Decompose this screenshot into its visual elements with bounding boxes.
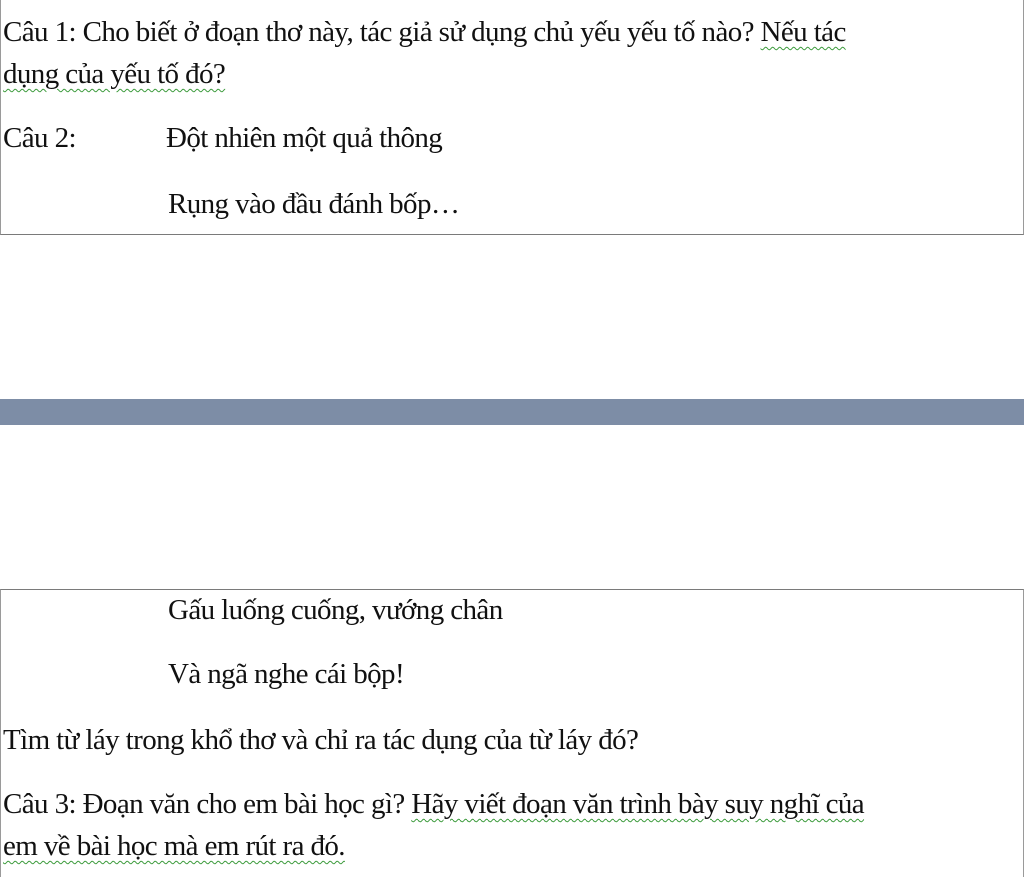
poem-line-2: Rụng vào đầu đánh bốp… bbox=[168, 188, 460, 220]
question-1-flagged-text: Nếu tác bbox=[760, 16, 847, 48]
question-2-text: Tìm từ láy trong khổ thơ và chỉ ra tác d… bbox=[3, 724, 639, 756]
question-1-text: Câu 1: Cho biết ở đoạn thơ này, tác giả … bbox=[3, 16, 761, 48]
question-1-line-1: Câu 1: Cho biết ở đoạn thơ này, tác giả … bbox=[3, 14, 846, 50]
question-3-flagged-text: Hãy viết đoạn văn trình bày suy nghĩ của bbox=[411, 788, 865, 820]
document-page-top: Câu 1: Cho biết ở đoạn thơ này, tác giả … bbox=[0, 0, 1024, 235]
page-gap-top bbox=[0, 235, 1024, 399]
question-3-text: Câu 3: Đoạn văn cho em bài học gì? bbox=[3, 788, 412, 820]
poem-line-1: Đột nhiên một quả thông bbox=[166, 122, 443, 154]
question-3-line-2: em về bài học mà em rút ra đó. bbox=[3, 830, 346, 862]
page-separator-bar bbox=[0, 399, 1024, 425]
document-page-bottom: Gấu luống cuống, vướng chân Và ngã nghe … bbox=[0, 589, 1024, 877]
poem-line-4: Và ngã nghe cái bộp! bbox=[168, 658, 405, 690]
question-2-label: Câu 2: bbox=[3, 122, 77, 154]
question-3-line-1: Câu 3: Đoạn văn cho em bài học gì? Hãy v… bbox=[3, 786, 865, 822]
page-gap-bottom bbox=[0, 425, 1024, 589]
poem-line-3: Gấu luống cuống, vướng chân bbox=[168, 594, 503, 626]
question-1-line-2: dụng của yếu tố đó? bbox=[3, 58, 226, 90]
